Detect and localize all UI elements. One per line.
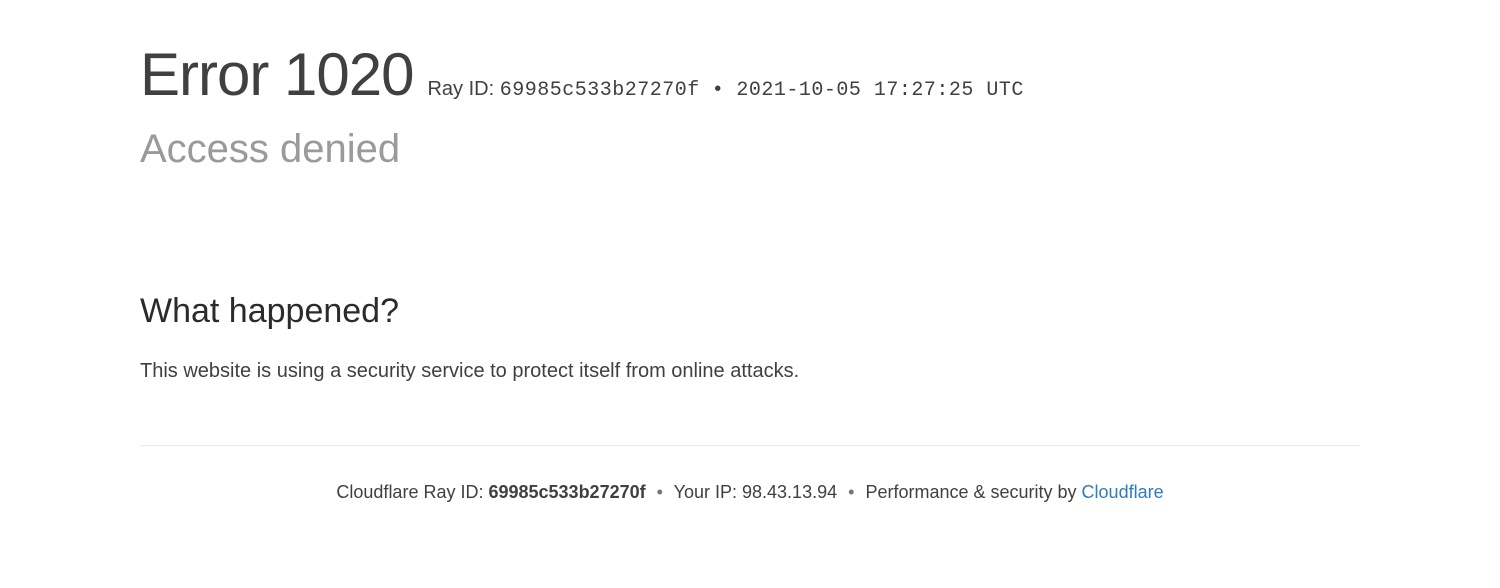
timestamp: 2021-10-05 17:27:25 UTC	[736, 79, 1024, 102]
footer-ray-id: 69985c533b27270f	[488, 482, 645, 502]
error-meta: Ray ID: 69985c533b27270f • 2021-10-05 17…	[427, 78, 1023, 102]
ray-id-value: 69985c533b27270f	[500, 79, 700, 102]
cloudflare-link[interactable]: Cloudflare	[1082, 482, 1164, 502]
footer-separator-2: •	[848, 482, 854, 502]
footer-ray-label: Cloudflare Ray ID:	[336, 482, 488, 502]
footer-separator-1: •	[657, 482, 663, 502]
footer-perf-label: Performance & security by	[865, 482, 1081, 502]
footer-divider	[140, 445, 1360, 446]
footer-ip-value: 98.43.13.94	[742, 482, 837, 502]
footer-ip-label: Your IP:	[674, 482, 742, 502]
what-happened-heading: What happened?	[140, 292, 1360, 331]
error-title: Error 1020	[140, 40, 413, 109]
meta-separator: •	[714, 78, 722, 100]
error-description: This website is using a security service…	[140, 355, 840, 387]
error-header: Error 1020 Ray ID: 69985c533b27270f • 20…	[140, 40, 1360, 109]
ray-id-label: Ray ID:	[427, 78, 499, 100]
footer: Cloudflare Ray ID: 69985c533b27270f • Yo…	[140, 482, 1360, 503]
error-subtitle: Access denied	[140, 127, 1360, 172]
